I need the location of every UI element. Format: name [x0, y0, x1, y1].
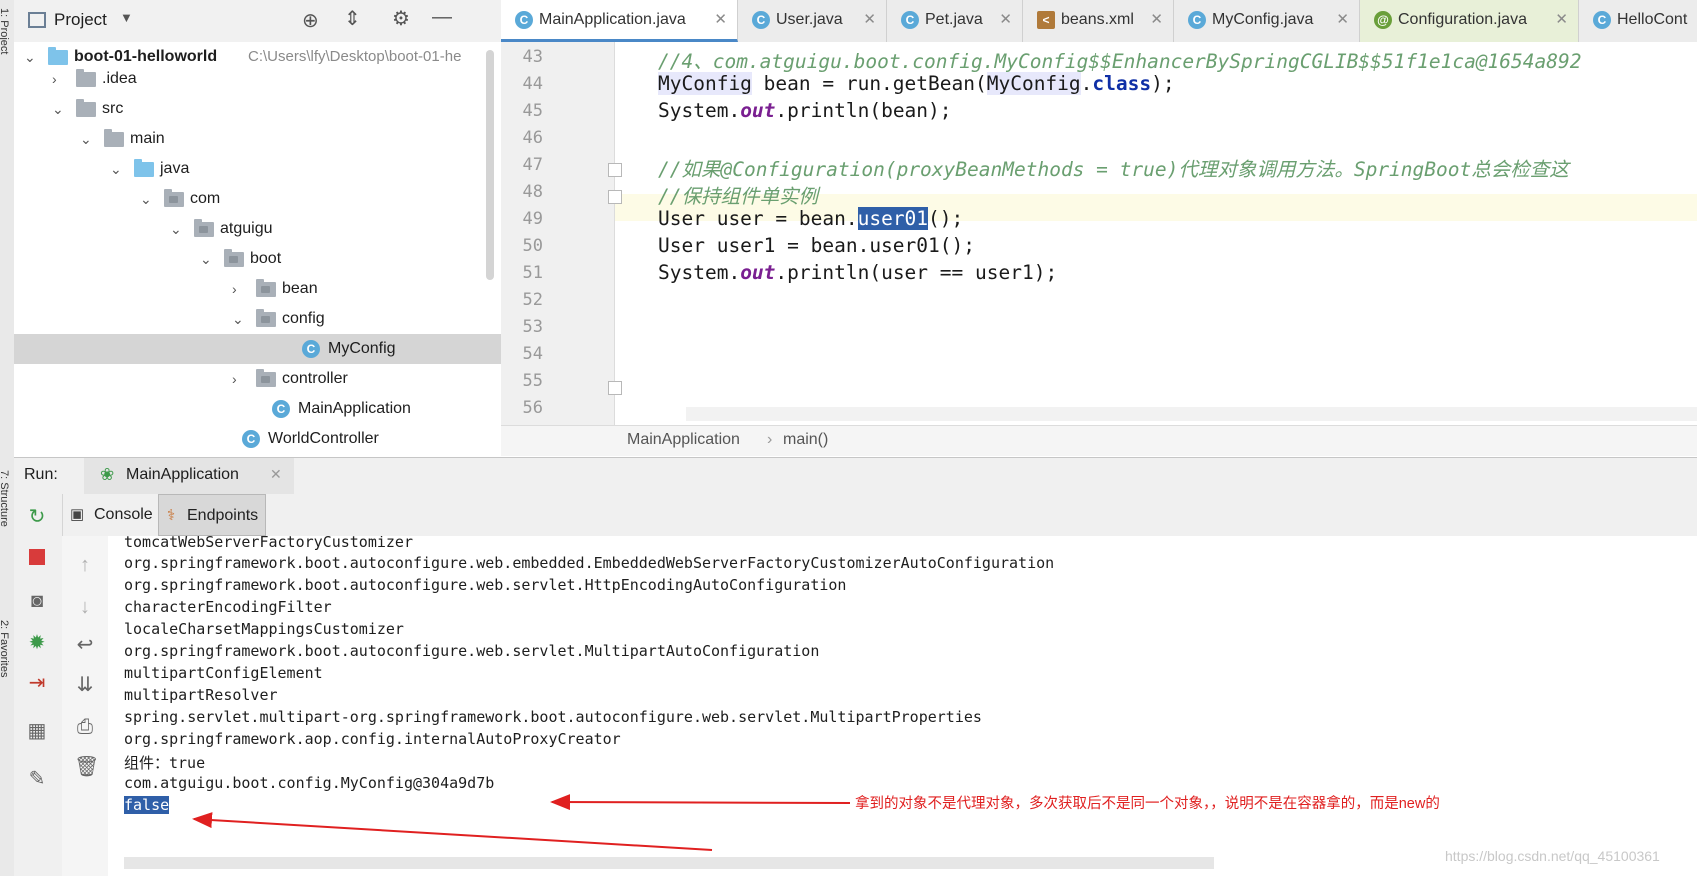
annotation-text: 拿到的对象不是代理对象，多次获取后不是同一个对象，，说明不是在容器拿的，而是ne… — [855, 796, 1440, 812]
annotation-arrow-1 — [550, 794, 851, 811]
annotation-arrows — [192, 794, 851, 851]
watermark: https://blog.csdn.net/qq_45100361 — [1445, 848, 1660, 864]
annotation-arrow-2 — [192, 812, 713, 851]
